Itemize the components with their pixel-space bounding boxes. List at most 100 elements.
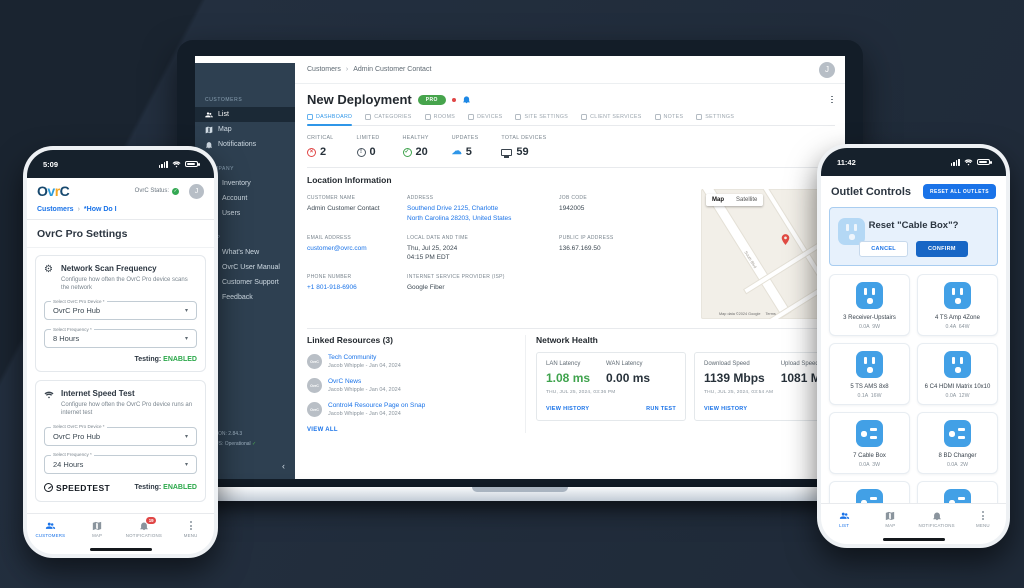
tab-settings[interactable]: SETTINGS xyxy=(696,114,734,125)
resource-link[interactable]: OvrC News xyxy=(328,378,401,385)
ovrc-resource-icon: OvrC xyxy=(307,378,322,393)
map-attribution: Map data ©2024 Google xyxy=(719,312,760,316)
tab-devices[interactable]: DEVICES xyxy=(468,114,502,125)
wifi-icon xyxy=(172,160,181,168)
outlet-tile-partial[interactable] xyxy=(917,481,998,503)
cancel-button[interactable]: CANCEL xyxy=(859,241,908,257)
sidebar-item-list[interactable]: List xyxy=(195,107,295,122)
outlet-tile-partial[interactable] xyxy=(829,481,910,503)
page-title: New Deployment xyxy=(307,92,412,107)
address-link[interactable]: Southend Drive 2125, Charlotte North Car… xyxy=(407,204,557,224)
view-history-link[interactable]: VIEW HISTORY xyxy=(546,406,589,412)
confirm-button[interactable]: CONFIRM xyxy=(916,241,968,257)
chevron-right-icon: › xyxy=(346,66,348,73)
list-item[interactable]: OvrC Control4 Resource Page on Snap Jaco… xyxy=(307,402,525,417)
status-bar: 5:09 xyxy=(27,150,214,178)
list-item[interactable]: OvrC OvrC News Jacob Whipple - Jan 04, 2… xyxy=(307,378,525,393)
phone-right-screen: 11:42 Outlet Controls RESET ALL OUTLETS … xyxy=(821,148,1006,544)
tab-categories[interactable]: CATEGORIES xyxy=(365,114,411,125)
map-terms-link[interactable]: Terms xyxy=(765,312,775,316)
nav-menu[interactable]: MENU xyxy=(167,521,214,538)
laptop-screen: CUSTOMERS List Map Notifications COMPANY… xyxy=(195,56,845,479)
notification-badge: 19 xyxy=(146,517,156,524)
bottom-nav: CUSTOMERS MAP 19 NOTIFICATIONS MENU xyxy=(27,513,214,545)
phone-link[interactable]: +1 801-918-6906 xyxy=(307,283,405,293)
metric-healthy: HEALTHY ✓20 xyxy=(403,135,429,158)
map-view-button[interactable]: Map xyxy=(706,194,730,206)
tab-icon xyxy=(696,114,702,120)
laptop-main: New Deployment PRO DASHBOARD CATEGORIES … xyxy=(295,84,845,479)
outlet-icon xyxy=(944,420,971,447)
sidebar-item-map[interactable]: Map xyxy=(195,122,295,137)
outlet-tile[interactable]: 3 Receiver-Upstairs 0.0A 9W xyxy=(829,274,910,336)
divider xyxy=(307,328,835,329)
select-value: 24 Hours xyxy=(53,460,83,469)
sidebar-item-notifications[interactable]: Notifications xyxy=(195,137,295,152)
reset-all-outlets-button[interactable]: RESET ALL OUTLETS xyxy=(923,184,996,199)
email-link[interactable]: customer@ovrc.com xyxy=(307,244,405,254)
tab-site-settings[interactable]: SITE SETTINGS xyxy=(515,114,568,125)
nav-notifications[interactable]: NOTIFICATIONS xyxy=(914,511,960,529)
resource-link[interactable]: Control4 Resource Page on Snap xyxy=(328,402,425,409)
bell-icon[interactable] xyxy=(462,95,471,104)
nav-notifications[interactable]: 19 NOTIFICATIONS xyxy=(121,521,168,539)
outlet-tile[interactable]: 6 C4 HDMI Matrix 10x10 0.0A 12W xyxy=(917,343,998,405)
avatar[interactable]: J xyxy=(189,184,204,199)
bell-icon xyxy=(205,141,213,149)
clock: 11:42 xyxy=(837,158,856,167)
tab-icon xyxy=(365,114,371,120)
tab-rooms[interactable]: ROOMS xyxy=(425,114,456,125)
ovrc-resource-icon: OvrC xyxy=(307,354,322,369)
frequency-select[interactable]: Select Frequency * 8 Hours ▾ xyxy=(44,329,197,348)
tab-client-services[interactable]: CLIENT SERVICES xyxy=(581,114,641,125)
wifi-icon xyxy=(44,389,55,417)
people-icon xyxy=(839,511,850,521)
outlet-tile[interactable]: 5 TS AMS 8x8 0.1A 16W xyxy=(829,343,910,405)
tab-dashboard[interactable]: DASHBOARD xyxy=(307,114,352,125)
overflow-menu-icon[interactable] xyxy=(829,94,835,106)
latency-timestamp: THU, JUL 25, 2024, 03:36 PM xyxy=(546,390,676,395)
nav-map[interactable]: MAP xyxy=(74,521,121,539)
breadcrumb-current[interactable]: *How Do I xyxy=(84,206,117,213)
list-item[interactable]: OvrC Tech Community Jacob Whipple - Jan … xyxy=(307,354,525,369)
card-title: Network Scan Frequency xyxy=(61,264,197,273)
breadcrumb-parent[interactable]: Customers xyxy=(307,66,341,73)
satellite-view-button[interactable]: Satellite xyxy=(730,194,763,206)
select-value: OvrC Pro Hub xyxy=(53,432,100,441)
breadcrumb-parent[interactable]: Customers xyxy=(37,206,74,213)
avatar[interactable]: J xyxy=(819,62,835,78)
frequency-select[interactable]: Select Frequency * 24 Hours ▾ xyxy=(44,455,197,474)
device-select[interactable]: Select OvrC Pro Device * OvrC Pro Hub ▾ xyxy=(44,301,197,320)
nav-customers[interactable]: CUSTOMERS xyxy=(27,521,74,539)
nav-menu[interactable]: MENU xyxy=(960,511,1006,528)
view-history-link[interactable]: VIEW HISTORY xyxy=(704,406,747,412)
chevron-right-icon: › xyxy=(78,206,80,213)
tab-notes[interactable]: NOTES xyxy=(655,114,684,125)
tab-icon xyxy=(581,114,587,120)
page-title: Outlet Controls xyxy=(831,186,911,198)
nav-list[interactable]: LIST xyxy=(821,511,867,529)
signal-icon xyxy=(159,161,168,168)
view-all-link[interactable]: VIEW ALL xyxy=(307,427,525,433)
sidebar-section-customers: CUSTOMERS xyxy=(195,97,295,103)
nav-map[interactable]: MAP xyxy=(867,511,913,529)
card-title: Internet Speed Test xyxy=(61,389,197,398)
status-check-icon: ✓ xyxy=(172,188,179,195)
map-widget[interactable]: South Blvd Map Satellite Map data ©2024 … xyxy=(701,189,833,319)
speedtest-logo: SPEEDTEST xyxy=(44,483,110,493)
outlet-tile[interactable]: 8 BD Changer 0.0A 2W xyxy=(917,412,998,474)
resource-link[interactable]: Tech Community xyxy=(328,354,401,361)
map-icon xyxy=(92,521,102,531)
phone-left-device: 5:09 OvrC OvrC Status: ✓ J Customers › *… xyxy=(23,146,218,558)
outlet-tile[interactable]: 7 Cable Box 0.0A 3W xyxy=(829,412,910,474)
outlet-tile[interactable]: 4 TS Amp 4Zone 0.4A 64W xyxy=(917,274,998,336)
device-select[interactable]: Select OvrC Pro Device * OvrC Pro Hub ▾ xyxy=(44,427,197,446)
dialog-title: Reset "Cable Box"? xyxy=(838,220,989,231)
field-public-ip: PUBLIC IP ADDRESS 136.67.169.50 xyxy=(559,235,671,264)
select-label: Select OvrC Pro Device * xyxy=(51,424,107,429)
run-test-link[interactable]: RUN TEST xyxy=(646,406,676,412)
ovrc-resource-icon: OvrC xyxy=(307,402,322,417)
select-label: Select OvrC Pro Device * xyxy=(51,299,107,304)
sidebar-collapse-icon[interactable]: ‹ xyxy=(282,461,285,471)
outlet-icon xyxy=(856,489,883,503)
